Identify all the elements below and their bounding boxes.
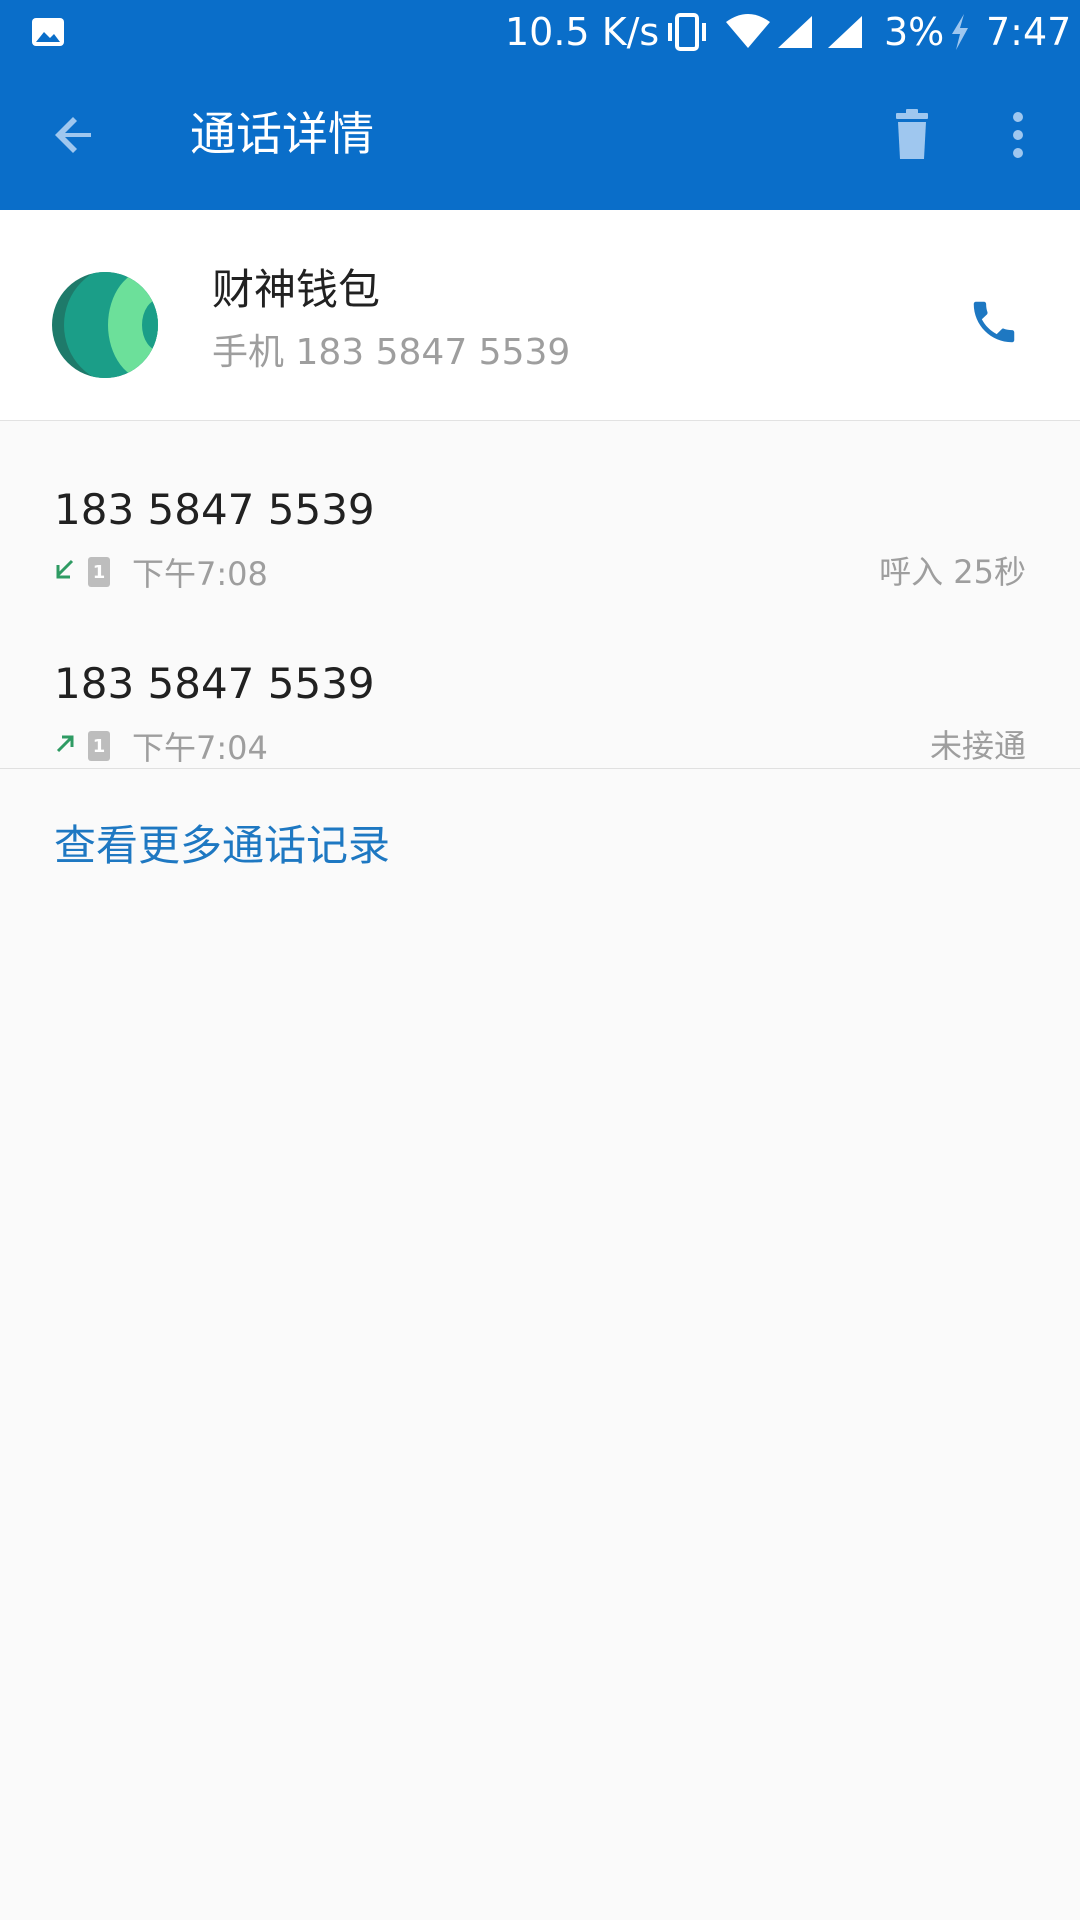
call-status: 未接通	[929, 727, 1026, 765]
network-speed: 10.5 K/s	[505, 10, 660, 54]
contact-name: 财神钱包	[212, 265, 381, 314]
trash-icon[interactable]	[872, 100, 952, 170]
sim-card-icon: 1	[88, 557, 110, 587]
call-number: 183 5847 5539	[54, 659, 375, 708]
contact-header: 财神钱包 手机 183 5847 5539	[0, 210, 1080, 421]
call-number: 183 5847 5539	[54, 485, 375, 534]
app-bar: 10.5 K/s 3% 7:47 通话详情	[0, 0, 1080, 210]
list-item[interactable]: 183 5847 5539 1 下午7:04 未接通	[0, 622, 1080, 796]
contact-phone: 手机 183 5847 5539	[212, 332, 571, 373]
signal-icon	[776, 0, 816, 64]
clock: 7:47	[986, 10, 1072, 54]
phone-icon[interactable]	[954, 282, 1034, 362]
more-vert-icon[interactable]	[990, 100, 1046, 170]
outgoing-call-icon	[54, 733, 76, 759]
vibrate-icon	[664, 0, 710, 64]
signal-icon-2	[826, 0, 866, 64]
page-title: 通话详情	[190, 107, 374, 161]
charging-icon	[948, 0, 972, 64]
call-time: 下午7:08	[132, 555, 268, 593]
status-bar: 10.5 K/s 3% 7:47	[0, 0, 1080, 64]
image-notification-icon	[30, 0, 66, 64]
arrow-back-icon[interactable]	[40, 100, 110, 170]
wifi-icon	[724, 0, 772, 64]
list-item[interactable]: 183 5847 5539 1 下午7:08 呼入 25秒	[0, 448, 1080, 622]
battery-percent: 3%	[884, 10, 945, 54]
incoming-call-icon	[54, 559, 76, 585]
sim-card-icon: 1	[88, 731, 110, 761]
call-meta: 1 下午7:08	[54, 550, 268, 594]
call-time: 下午7:04	[132, 729, 268, 767]
view-more-call-history-link[interactable]: 查看更多通话记录	[54, 818, 390, 874]
divider	[0, 768, 1080, 769]
call-meta: 1 下午7:04	[54, 724, 268, 768]
avatar[interactable]	[52, 272, 158, 378]
call-status: 呼入 25秒	[879, 553, 1026, 591]
